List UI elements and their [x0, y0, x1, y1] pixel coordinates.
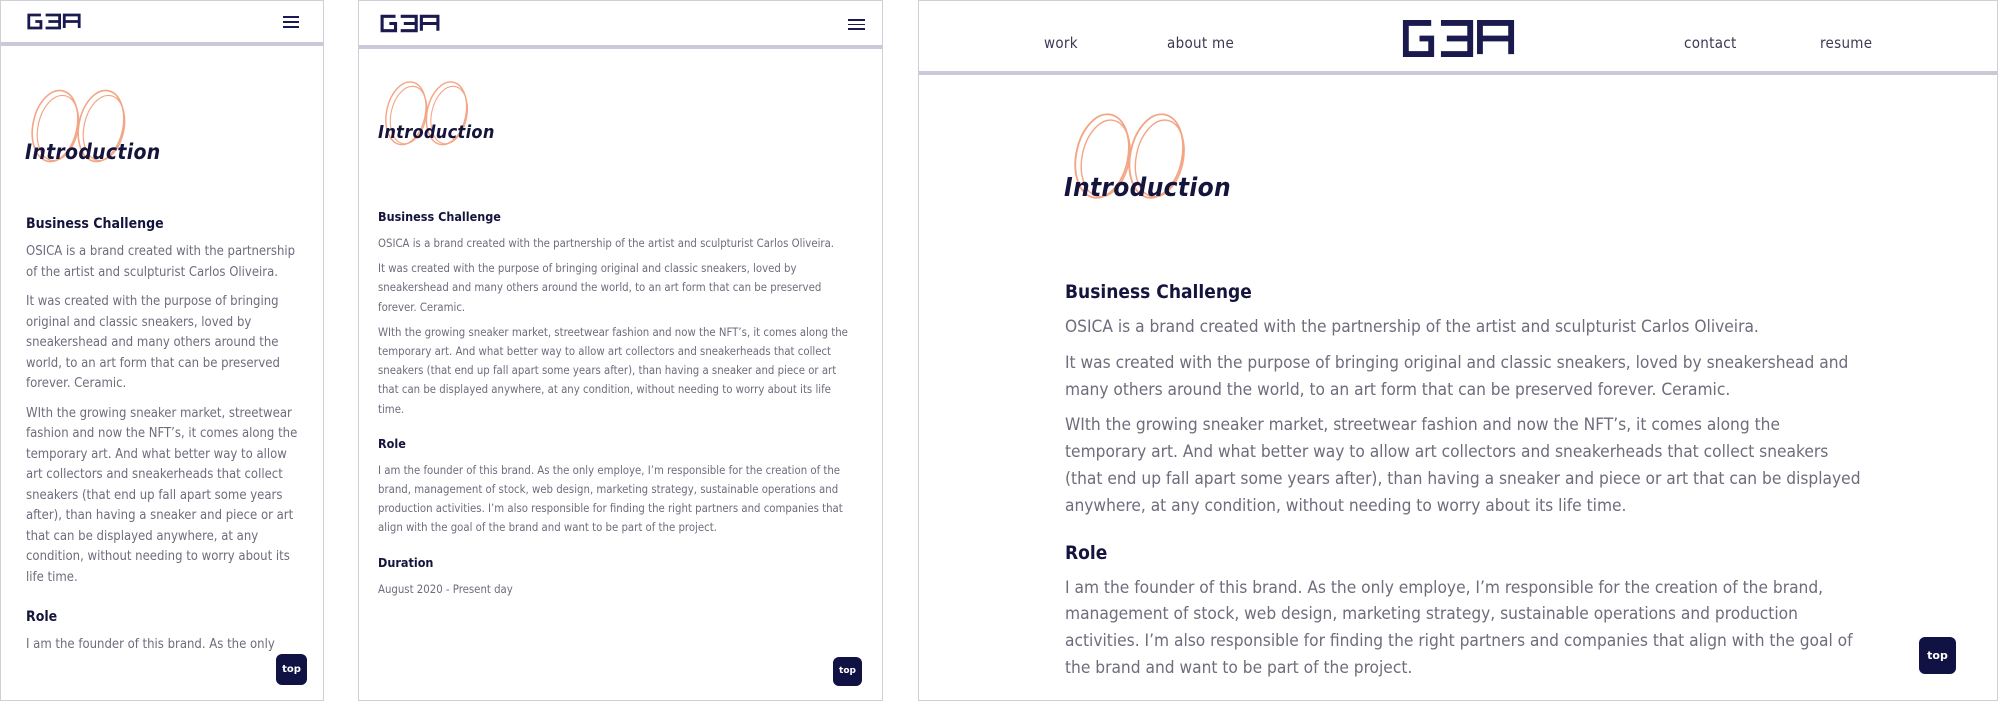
challenge-paragraph-1: OSICA is a brand created with the partne…	[378, 237, 835, 250]
business-challenge-heading: Business Challenge	[26, 216, 164, 232]
tablet-view: Introduction Business Challenge OSICA is…	[358, 0, 883, 701]
back-to-top-button[interactable]: top	[1919, 637, 1956, 674]
top-navbar: work about me contact resume	[919, 1, 1997, 75]
gea-logo[interactable]	[379, 14, 441, 33]
role-paragraph: I am the founder of this brand. As the o…	[26, 637, 275, 652]
top-navbar	[359, 1, 882, 49]
intro-heading: Introduction	[25, 86, 225, 176]
role-heading: Role	[1065, 541, 1108, 564]
intro-heading: Introduction	[378, 78, 578, 158]
intro-heading: Introduction	[1064, 109, 1304, 209]
nav-link-resume[interactable]: resume	[1820, 34, 1872, 52]
intro-title: Introduction	[1064, 173, 1231, 203]
challenge-paragraph-1: OSICA is a brand created with the partne…	[1065, 317, 1759, 337]
role-heading: Role	[378, 435, 406, 451]
top-navbar	[1, 1, 323, 46]
nav-link-work[interactable]: work	[1044, 34, 1078, 52]
challenge-paragraph-1: OSICA is a brand created with the partne…	[26, 244, 296, 280]
project-content: Business Challenge OSICA is a brand crea…	[1065, 279, 1865, 691]
intro-title: Introduction	[25, 140, 161, 164]
desktop-view: work about me contact resume Introductio…	[918, 0, 1998, 701]
challenge-paragraph-3: WIth the growing sneaker market, streetw…	[26, 405, 298, 585]
duration-value: August 2020 - Present day	[378, 582, 513, 596]
gea-logo[interactable]	[1400, 19, 1517, 58]
duration-heading: Duration	[378, 554, 434, 570]
challenge-paragraph-3: WIth the growing sneaker market, streetw…	[378, 325, 848, 416]
nav-link-contact[interactable]: contact	[1684, 34, 1737, 52]
gea-logo[interactable]	[26, 13, 82, 30]
back-to-top-button[interactable]: top	[276, 654, 307, 685]
business-challenge-heading: Business Challenge	[1065, 281, 1252, 303]
challenge-paragraph-3: WIth the growing sneaker market, streetw…	[1065, 415, 1861, 516]
hamburger-menu-icon[interactable]	[283, 16, 299, 31]
role-paragraph: I am the founder of this brand. As the o…	[1065, 577, 1853, 678]
mobile-view: Introduction Business Challenge OSICA is…	[0, 0, 324, 701]
hamburger-menu-icon[interactable]	[848, 19, 865, 33]
project-content: Business Challenge OSICA is a brand crea…	[378, 208, 856, 605]
challenge-paragraph-2: It was created with the purpose of bring…	[26, 294, 280, 391]
nav-link-about-me[interactable]: about me	[1167, 34, 1234, 52]
role-paragraph: I am the founder of this brand. As the o…	[378, 463, 843, 535]
intro-title: Introduction	[378, 122, 495, 143]
role-heading: Role	[26, 609, 58, 625]
challenge-paragraph-2: It was created with the purpose of bring…	[378, 262, 822, 314]
business-challenge-heading: Business Challenge	[378, 209, 501, 224]
back-to-top-button[interactable]: top	[833, 657, 862, 686]
challenge-paragraph-2: It was created with the purpose of bring…	[1065, 352, 1849, 400]
project-content: Business Challenge OSICA is a brand crea…	[26, 214, 304, 665]
